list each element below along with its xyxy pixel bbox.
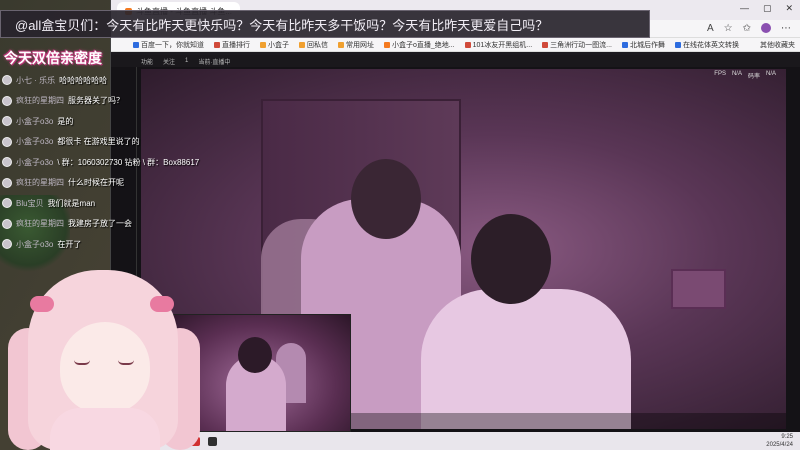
chat-username: 疯狂的星期四 [16,96,64,106]
clock-time: 9:25 [781,434,793,440]
video-person [421,289,631,429]
bookmark-icon [260,41,266,48]
maximize-button[interactable]: ▢ [763,3,772,14]
avatar-face [60,322,150,414]
intimacy-promo-title: 今天双倍亲密度 [4,50,102,66]
clock-date: 2025/4/24 [766,442,793,448]
chat-avatar [2,95,12,106]
bookmark-item[interactable]: 常用网址 [338,40,374,50]
bookmark-item[interactable]: 101冰友开黑组机... [464,40,532,50]
chat-text: 服务器关了吗？ [68,96,124,106]
app-icon[interactable] [208,436,217,446]
bookmark-item[interactable]: 北城后作舞 [621,40,665,50]
chat-message: 疯狂的星期四 什么时候在开呢 [2,173,202,194]
chat-username: 疯狂的星期四 [16,219,64,229]
avatar-eye [74,360,90,365]
bookmark-item[interactable]: 直播排行 [214,40,250,50]
bookmark-icon [464,41,471,48]
video-hud: FPS N/A 码率 N/A [714,71,776,80]
player-tab[interactable]: 功能 [141,57,153,66]
bow-icon [150,296,174,312]
chat-avatar [2,218,12,229]
video-person-head [351,159,421,239]
chat-username: 小七 · 乐乐 [16,75,56,85]
chat-username: 小盒子o3o [16,157,54,167]
chat-overlay: 小七 · 乐乐 哈哈哈哈哈哈 疯狂的星期四 服务器关了吗？ 小盒子o3o 是的 小盒子… [2,70,202,255]
chat-avatar [2,198,12,209]
chat-username: Blu宝贝 [16,198,44,208]
taskbar: 9:25 2025/4/24 [111,432,800,450]
chat-username: 小盒子o3o [16,116,54,126]
chat-text: 我们就是man [47,198,96,208]
bookmark-item[interactable]: 百度一下，你就知道 [133,40,204,50]
chat-avatar [2,75,12,86]
chat-message: 小盒子o3o 是的 [2,111,202,132]
avatar-eye [118,360,134,365]
close-button[interactable]: ✕ [785,3,793,14]
announcement-banner: @all盒宝贝们：今天有比昨天更快乐吗？今天有比昨天多干饭吗？今天有比昨天更爱自… [0,10,650,38]
taskbar-clock: 9:25 2025/4/24 [766,433,793,449]
chat-message: 小盒子o3o 都很卡 在游戏里说了的 [2,132,202,153]
chat-avatar [2,136,12,147]
chat-message: Blu宝贝 我们就是man [2,193,202,214]
bow-icon [30,296,54,312]
chat-avatar [2,157,12,168]
other-bookmarks-folder[interactable]: 其他收藏夹 [760,40,795,50]
bookmark-item[interactable]: 回私信 [299,40,328,50]
bookmark-icon [674,41,681,48]
player-tab[interactable]: 1 [185,58,188,64]
bookmark-item[interactable]: 小盒子o直播_绝地... [384,40,455,50]
chat-avatar [2,177,12,188]
chat-text: 我建房子放了一会 [68,219,132,229]
chat-text: 都很卡 在游戏里说了的 [57,137,140,147]
player-tab[interactable]: 关注 [163,57,175,66]
bookmark-icon [214,41,220,48]
player-top-bar: 功能 关注 1 当前·直播中 [111,55,800,67]
bookmark-icon [384,41,390,48]
chat-text: 哈哈哈哈哈哈 [59,75,108,85]
favorite-star-icon[interactable]: ☆ [724,23,733,34]
video-wall-sign [671,269,726,309]
chat-avatar [2,116,12,127]
address-bar-actions: A ☆ ✩ ⋯ [707,23,791,34]
video-person-head [471,214,551,304]
bookmark-icon [542,41,549,48]
chat-text: 是的 [57,116,74,126]
avatar-body [50,408,160,450]
chat-message: 小七 · 乐乐 哈哈哈哈哈哈 [2,70,202,91]
favorites-icon[interactable]: ✩ [743,23,751,34]
bookmark-icon [338,41,344,48]
player-tab[interactable]: 当前·直播中 [198,57,230,66]
profile-avatar-icon[interactable] [761,23,771,33]
chat-text: 什么时候在开呢 [68,178,124,188]
minimize-button[interactable]: — [740,3,749,14]
chat-username: 疯狂的星期四 [16,178,64,188]
bookmark-item[interactable]: 三角洲行动一图流... [542,40,612,50]
stream-screen: 斗鱼直播 - 斗鱼直播 斗鱼... — ▢ ✕ A ☆ ✩ ⋯ 百度一下，你就知… [0,0,800,450]
read-aloud-icon[interactable]: A [707,23,714,34]
bookmark-icon [621,41,628,48]
camera-person-head [238,337,272,373]
bookmarks-bar: 百度一下，你就知道 直播排行 小盒子 回私信 常用网址 小盒子o直播_绝地...… [111,38,800,52]
bookmark-item[interactable]: 在线花体英文转换 [674,40,739,50]
chat-text: \ 群：1060302730 钻粉 \ 群：Box88617 [57,157,200,167]
window-controls: — ▢ ✕ [740,3,793,14]
chat-message: 疯狂的星期四 我建房子放了一会 [2,214,202,235]
bookmark-icon [133,41,139,48]
more-menu-icon[interactable]: ⋯ [781,23,791,34]
bookmark-item[interactable]: 小盒子 [260,40,289,50]
bookmark-icon [299,41,305,48]
vtuber-avatar [0,248,200,450]
chat-message: 小盒子o3o \ 群：1060302730 钻粉 \ 群：Box88617 [2,152,202,173]
chat-message: 疯狂的星期四 服务器关了吗？ [2,91,202,112]
chat-username: 小盒子o3o [16,137,54,147]
